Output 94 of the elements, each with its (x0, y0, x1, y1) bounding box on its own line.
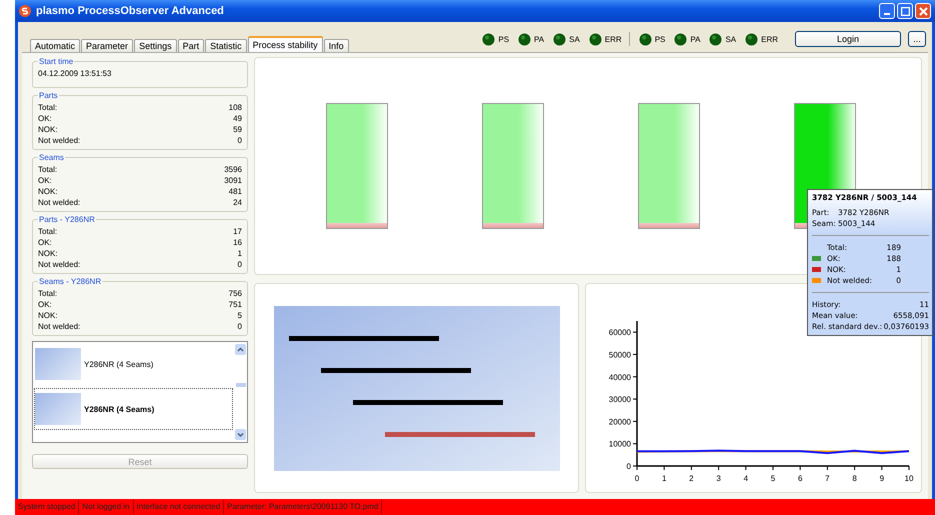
stat-label: Total: (38, 226, 58, 237)
y-tick-label: 50000 (608, 350, 630, 360)
stat-label: OK: (38, 113, 52, 124)
window-title: plasmo ProcessObserver Advanced (36, 5, 225, 17)
stat-label: OK: (38, 237, 52, 248)
tab[interactable]: Part (178, 39, 204, 52)
stat-value: 59 (233, 124, 242, 135)
stat-value: 0 (238, 259, 242, 270)
app-icon (19, 5, 31, 17)
tab[interactable]: Statistic (205, 39, 247, 52)
y-tick-label: 60000 (608, 328, 630, 338)
stat-value: 481 (228, 186, 242, 197)
indicator-label: PS (498, 34, 510, 44)
group-title: Parts (38, 91, 59, 100)
group-title: Parts - Y286NR (38, 215, 96, 224)
stat-label: Not welded: (38, 197, 80, 208)
stat-value: 108 (228, 102, 242, 113)
status-text: Interface not connected (134, 500, 224, 514)
y-tick-label: 30000 (608, 395, 630, 404)
group-title: Start time (38, 57, 74, 66)
x-tick-label: 10 (904, 474, 913, 483)
part-label: Y286NR (4 Seams) (84, 360, 154, 368)
stat-label: NOK: (38, 248, 58, 259)
x-tick-label: 8 (852, 474, 856, 483)
stat-label: NOK: (38, 186, 58, 197)
part-thumbnail (35, 393, 81, 425)
part-list-item[interactable]: Y286NR (4 Seams) (34, 388, 233, 430)
stat-label: Not welded: (38, 135, 80, 146)
y-tick-label: 0 (626, 462, 630, 471)
group-title: Seams (38, 153, 65, 162)
stat-label: Not welded: (38, 259, 80, 270)
stat-label: NOK: (38, 310, 58, 321)
x-tick-label: 3 (716, 474, 720, 483)
stat-value: 1 (238, 248, 242, 259)
stat-label: OK: (38, 299, 52, 310)
stat-value: 16 (233, 237, 242, 248)
x-tick-label: 5 (770, 474, 775, 483)
maximize-icon (900, 6, 910, 16)
x-tick-label: 4 (743, 474, 748, 483)
scrollbar[interactable] (234, 342, 247, 442)
part-list-item[interactable]: Y286NR (4 Seams) (34, 343, 233, 385)
tab[interactable]: Parameter (81, 39, 134, 52)
y-tick-label: 20000 (608, 417, 630, 426)
x-tick-label: 6 (797, 474, 802, 483)
stat-value: 24 (233, 197, 242, 208)
group-title: Seams - Y286NR (38, 277, 102, 286)
x-tick-label: 2 (688, 474, 694, 483)
status-text: Parameter: Parameters\20091130 TO.pmd (224, 500, 382, 514)
indicator-label: ERR (604, 34, 622, 44)
tab[interactable]: Info (324, 39, 349, 52)
stat-value: 3596 (224, 164, 242, 175)
stat-label: OK: (38, 175, 52, 186)
stat-value: 756 (228, 288, 242, 299)
stat-value: 49 (233, 113, 242, 124)
stat-label: Not welded: (38, 321, 80, 332)
scroll-down-icon[interactable] (235, 429, 246, 440)
stat-value: 5 (238, 310, 242, 321)
indicator-label: PS (654, 34, 666, 44)
minimize-button[interactable] (879, 3, 895, 19)
part-thumbnail (35, 348, 81, 380)
x-tick-label: 9 (879, 474, 884, 483)
indicator-label: ERR (761, 34, 778, 44)
stat-label: NOK: (38, 124, 58, 135)
tab[interactable]: Process stability (248, 36, 323, 52)
stat-value: 17 (233, 226, 242, 237)
stat-value: 751 (228, 299, 242, 310)
x-tick-label: 1 (661, 474, 666, 483)
scroll-up-icon[interactable] (235, 344, 246, 355)
indicator-label: PA (534, 34, 544, 44)
maximize-button[interactable] (897, 3, 913, 19)
start-time-value: 04.12.2009 13:51:53 (38, 68, 112, 80)
tab[interactable]: Settings (134, 39, 177, 52)
x-tick-label: 0 (634, 474, 639, 483)
y-tick-label: 40000 (608, 372, 630, 382)
more-button[interactable]: ... (908, 31, 926, 47)
y-tick-label: 10000 (608, 440, 630, 449)
stat-label: Total: (38, 102, 58, 113)
status-text: System stopped (15, 500, 80, 514)
scroll-thumb[interactable] (236, 383, 246, 387)
x-tick-label: 7 (824, 474, 830, 483)
tab[interactable]: Automatic (30, 39, 80, 52)
indicator-label: SA (725, 34, 736, 44)
stat-value: 0 (238, 135, 242, 146)
stat-label: Total: (38, 164, 58, 175)
stat-value: 3091 (224, 175, 242, 186)
close-button[interactable] (915, 3, 931, 19)
indicator-label: SA (569, 34, 580, 44)
indicator-label: PA (690, 34, 700, 44)
status-text: Not logged in (79, 500, 134, 514)
stat-label: Total: (38, 288, 58, 299)
close-icon (918, 6, 928, 16)
part-label: Y286NR (4 Seams) (84, 404, 154, 414)
login-button[interactable]: Login (795, 31, 901, 47)
stat-value: 0 (238, 321, 242, 332)
